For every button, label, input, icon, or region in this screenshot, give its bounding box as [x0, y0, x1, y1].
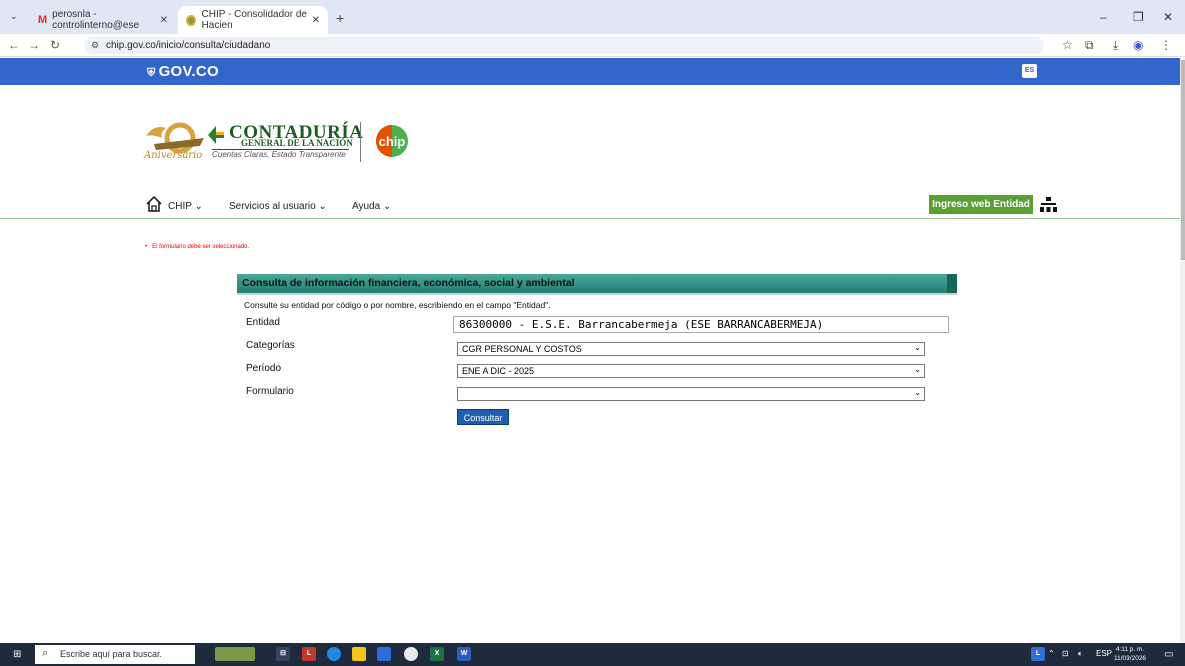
excel-icon[interactable]: X [430, 647, 444, 661]
windows-taskbar: ⊞ ⌕ Escribe aquí para buscar. ⊟ L X W L … [0, 643, 1185, 666]
taskbar-search[interactable]: ⌕ Escribe aquí para buscar. [35, 645, 195, 664]
cgn-arrow-logo [208, 126, 224, 144]
sitemap-icon[interactable] [1040, 197, 1057, 212]
periodo-label: Período [246, 363, 282, 374]
categorias-select[interactable]: CGR PERSONAL Y COSTOS ⌄ [457, 342, 925, 356]
task-view-icon[interactable]: ⊟ [276, 647, 290, 661]
tab-title: perosnla - controlinterno@ese [52, 9, 140, 31]
ingreso-web-button[interactable]: Ingreso web Entidad [929, 195, 1033, 214]
govco-bar: ⛨ GOV.CO ES [0, 58, 1180, 85]
instructions: Consulte su entidad por código o por nom… [244, 300, 551, 310]
taskbar-app-l-icon[interactable]: L [302, 647, 316, 661]
new-tab-button[interactable]: + [336, 10, 344, 26]
chip-favicon-icon [186, 14, 196, 26]
nav-item-servicios[interactable]: Servicios al usuario ⌄ [229, 201, 327, 212]
restore-icon[interactable]: ❐ [1133, 10, 1144, 24]
minimize-icon[interactable]: – [1100, 10, 1107, 24]
scrollbar-thumb[interactable] [1181, 60, 1185, 260]
tab-title: CHIP - Consolidador de Hacien [201, 9, 307, 31]
menu-icon[interactable]: ⋮ [1160, 38, 1172, 52]
windows-start-icon[interactable]: ⊞ [13, 649, 21, 660]
consultar-button[interactable]: Consultar [457, 409, 509, 425]
tab-chip[interactable]: CHIP - Consolidador de Hacien ✕ [178, 6, 328, 34]
govco-logo[interactable]: ⛨ GOV.CO [147, 63, 219, 80]
tray-volume-icon[interactable]: 🔈︎ [1078, 649, 1083, 659]
word-icon[interactable]: W [457, 647, 471, 661]
chip-logo: chip [376, 125, 408, 157]
notifications-icon[interactable]: ▭ [1164, 649, 1173, 660]
tray-chevron-icon[interactable]: ⌃ [1048, 649, 1055, 658]
divider [360, 122, 361, 162]
edge-icon[interactable] [327, 647, 341, 661]
profile-icon[interactable]: ◉ [1133, 38, 1143, 52]
forward-icon[interactable]: → [28, 38, 40, 52]
error-message: El formulario debe ser seleccionado. [145, 244, 249, 250]
tray-network-icon[interactable]: ⊡ [1062, 649, 1069, 658]
search-icon: ⌕ [42, 647, 49, 659]
url-text: chip.gov.co/inicio/consulta/ciudadano [106, 40, 271, 51]
bookmark-star-icon[interactable]: ☆ [1062, 38, 1073, 52]
anniversary-text: Aniversario [144, 150, 203, 161]
entidad-input[interactable]: 86300000 - E.S.E. Barrancabermeja (ESE B… [453, 316, 949, 333]
govco-shield-icon: ⛨ [147, 67, 156, 79]
chrome-icon[interactable] [404, 647, 418, 661]
browser-tabstrip: ⌄ M perosnla - controlinterno@ese ✕ CHIP… [0, 0, 1185, 34]
close-icon[interactable]: ✕ [312, 15, 320, 26]
reload-icon[interactable]: ↻ [50, 38, 60, 52]
tray-language[interactable]: ESP [1096, 649, 1112, 658]
periodo-select[interactable]: ENE A DIC - 2025 ⌄ [457, 364, 925, 378]
chevron-down-icon: ⌄ [914, 365, 921, 374]
cgn-subtitle: GENERAL DE LA NACIÓN [241, 138, 353, 148]
extensions-icon[interactable]: ⧉ [1085, 38, 1094, 53]
divider [237, 293, 957, 295]
categorias-label: Categorías [246, 340, 295, 351]
tray-app-l-icon[interactable]: L [1031, 647, 1045, 661]
gmail-icon: M [38, 14, 48, 26]
entidad-label: Entidad [246, 317, 280, 328]
nav-item-ayuda[interactable]: Ayuda ⌄ [352, 201, 391, 212]
store-icon[interactable] [377, 647, 391, 661]
chevron-down-icon: ⌄ [914, 388, 921, 397]
close-icon[interactable]: ✕ [160, 15, 168, 26]
language-button[interactable]: ES [1022, 64, 1037, 78]
main-nav: CHIP ⌄ Servicios al usuario ⌄ Ayuda ⌄ In… [0, 195, 1180, 219]
home-icon[interactable] [145, 195, 163, 213]
cgn-tagline: Cuentas Claras, Estado Transparente [212, 150, 346, 159]
panel-header: Consulta de información financiera, econ… [237, 274, 957, 293]
tab-gmail[interactable]: M perosnla - controlinterno@ese ✕ [30, 6, 176, 34]
taskbar-widget-icon[interactable] [215, 647, 255, 661]
nav-item-chip[interactable]: CHIP ⌄ [168, 201, 203, 212]
formulario-select[interactable]: ⌄ [457, 387, 925, 401]
tab-search-icon[interactable]: ⌄ [10, 11, 18, 22]
chevron-down-icon: ⌄ [914, 343, 921, 352]
site-info-icon[interactable]: ⚙ [91, 40, 99, 51]
download-icon[interactable]: ⤓ [1113, 38, 1118, 53]
formulario-label: Formulario [246, 386, 294, 397]
back-icon[interactable]: ← [8, 38, 20, 52]
svg-text:chip: chip [379, 134, 406, 149]
taskbar-clock[interactable]: 4:11 p. m. 11/03/2026 [1114, 645, 1146, 663]
file-explorer-icon[interactable] [352, 647, 366, 661]
panel-title: Consulta de información financiera, econ… [242, 277, 575, 289]
url-field[interactable]: ⚙ chip.gov.co/inicio/consulta/ciudadano [84, 37, 1044, 54]
window-close-icon[interactable]: ✕ [1163, 10, 1173, 24]
address-bar: ← → ↻ ⚙ chip.gov.co/inicio/consulta/ciud… [0, 34, 1185, 57]
